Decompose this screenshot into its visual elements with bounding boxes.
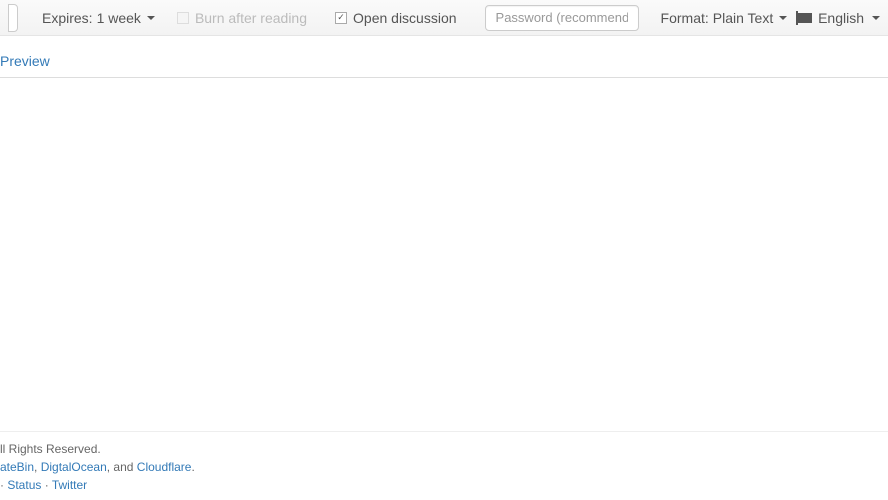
footer-links: · Status · Twitter (0, 476, 888, 494)
discussion-label: Open discussion (353, 10, 457, 26)
toolbar: Expires: 1 week Burn after reading Open … (0, 0, 888, 36)
open-discussion-toggle[interactable]: Open discussion (321, 10, 471, 26)
expires-label: Expires: (42, 10, 93, 26)
expires-dropdown[interactable]: Expires: 1 week (34, 4, 163, 32)
language-dropdown[interactable]: English (794, 4, 884, 32)
caret-down-icon (779, 16, 787, 20)
password-input[interactable] (485, 5, 639, 31)
content-area[interactable] (0, 78, 888, 440)
expires-value: 1 week (97, 10, 141, 26)
language-label: English (818, 10, 864, 26)
tabs-bar: Preview (0, 36, 888, 78)
link-digitalocean[interactable]: DigtalOcean (41, 460, 107, 474)
flag-icon (798, 13, 812, 23)
link-privatebin[interactable]: ateBin (0, 460, 34, 474)
caret-down-icon (872, 16, 880, 20)
footer: ll Rights Reserved. ateBin, DigtalOcean,… (0, 431, 888, 500)
burn-after-reading-toggle[interactable]: Burn after reading (163, 10, 321, 26)
tab-preview[interactable]: Preview (0, 43, 62, 77)
checkbox-icon (177, 12, 189, 24)
link-cloudflare[interactable]: Cloudflare (137, 460, 192, 474)
format-label: Format: (661, 10, 709, 26)
toolbar-right: English (794, 4, 884, 32)
link-twitter[interactable]: Twitter (52, 478, 87, 492)
format-value: Plain Text (713, 10, 773, 26)
format-dropdown[interactable]: Format: Plain Text (653, 4, 796, 32)
link-status[interactable]: Status (7, 478, 41, 492)
footer-powered: ateBin, DigtalOcean, and Cloudflare. (0, 458, 888, 476)
toolbar-left: Expires: 1 week Burn after reading Open … (8, 4, 795, 32)
caret-down-icon (147, 16, 155, 20)
checkbox-checked-icon (335, 12, 347, 24)
footer-rights: ll Rights Reserved. (0, 440, 888, 458)
burn-label: Burn after reading (195, 10, 307, 26)
button-fragment[interactable] (8, 4, 18, 32)
